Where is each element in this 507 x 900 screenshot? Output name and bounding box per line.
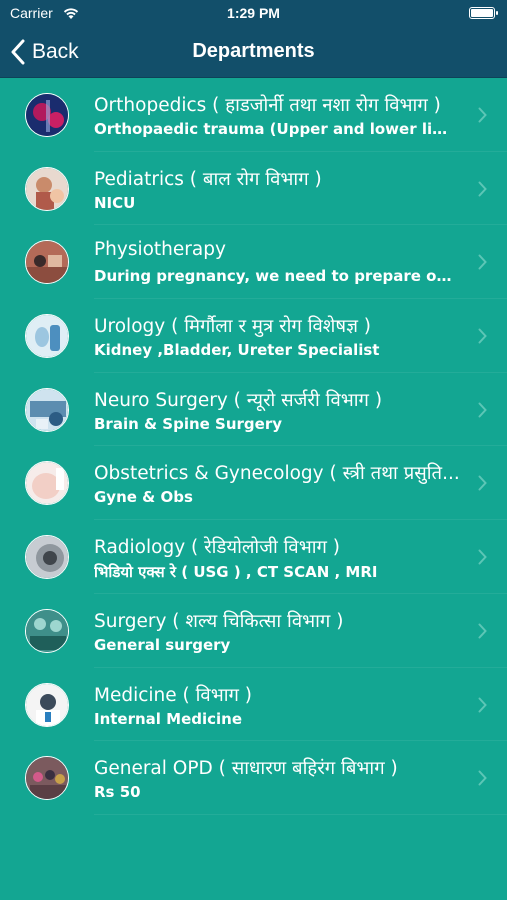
department-subtitle: Rs 50 bbox=[94, 783, 141, 802]
chevron-right-icon bbox=[478, 770, 487, 786]
departments-list: Orthopedics ( हाडजोर्नी तथा नशा रोग विभा… bbox=[0, 78, 507, 815]
department-row-pediatrics[interactable]: Pediatrics ( बाल रोग विभाग ) NICU bbox=[0, 152, 507, 226]
status-bar: Carrier 1:29 PM bbox=[0, 0, 507, 27]
department-title: General OPD ( साधारण बहिरंग बिभाग ) bbox=[94, 758, 398, 780]
department-subtitle: During pregnancy, we need to prepare our… bbox=[94, 267, 459, 286]
department-subtitle: NICU bbox=[94, 193, 136, 212]
medicine-thumbnail bbox=[25, 682, 69, 727]
chevron-right-icon bbox=[478, 402, 487, 418]
department-title: Radiology ( रेडियोलोजी विभाग ) bbox=[94, 537, 341, 559]
status-time: 1:29 PM bbox=[227, 5, 280, 21]
department-subtitle: Brain & Spine Surgery bbox=[94, 414, 283, 433]
department-subtitle: Orthopaedic trauma (Upper and lower limb… bbox=[94, 120, 459, 138]
department-row-general-opd[interactable]: General OPD ( साधारण बहिरंग बिभाग ) Rs 5… bbox=[0, 741, 507, 815]
urology-thumbnail bbox=[25, 314, 69, 359]
orthopedics-thumbnail bbox=[25, 93, 69, 137]
department-row-radiology[interactable]: Radiology ( रेडियोलोजी विभाग ) भिडियो एक… bbox=[0, 520, 507, 594]
pediatrics-thumbnail bbox=[25, 166, 69, 211]
department-title: Medicine ( विभाग ) bbox=[94, 684, 253, 706]
department-row-medicine[interactable]: Medicine ( विभाग ) Internal Medicine bbox=[0, 668, 507, 742]
navigation-bar: Back Departments bbox=[0, 27, 507, 78]
department-title: Obstetrics & Gynecology ( स्त्री तथा प्र… bbox=[94, 463, 460, 485]
chevron-right-icon bbox=[478, 254, 487, 270]
department-title: Surgery ( शल्य चिकित्सा विभाग ) bbox=[94, 610, 344, 632]
radiology-thumbnail bbox=[25, 535, 69, 580]
department-title: Urology ( मिर्गौला र मुत्र रोग विशेषज्ञ … bbox=[94, 316, 372, 338]
chevron-right-icon bbox=[478, 549, 487, 565]
physiotherapy-thumbnail bbox=[25, 240, 69, 285]
battery-icon bbox=[469, 7, 498, 19]
chevron-right-icon bbox=[478, 181, 487, 197]
chevron-right-icon bbox=[478, 623, 487, 639]
chevron-right-icon bbox=[478, 328, 487, 344]
department-subtitle: Gyne & Obs bbox=[94, 488, 193, 507]
department-subtitle: Kidney ,Bladder, Ureter Specialist bbox=[94, 341, 380, 360]
department-subtitle: Internal Medicine bbox=[94, 709, 243, 728]
obstetrics-thumbnail bbox=[25, 461, 69, 506]
department-title: Orthopedics ( हाडजोर्नी तथा नशा रोग विभा… bbox=[94, 95, 441, 116]
department-title: Neuro Surgery ( न्यूरो सर्जरी विभाग ) bbox=[94, 389, 383, 411]
department-title: Physiotherapy bbox=[94, 239, 226, 261]
surgery-thumbnail bbox=[25, 608, 69, 653]
department-row-physiotherapy[interactable]: Physiotherapy During pregnancy, we need … bbox=[0, 225, 507, 299]
department-row-urology[interactable]: Urology ( मिर्गौला र मुत्र रोग विशेषज्ञ … bbox=[0, 299, 507, 373]
department-row-obstetrics-gynecology[interactable]: Obstetrics & Gynecology ( स्त्री तथा प्र… bbox=[0, 446, 507, 520]
department-row-surgery[interactable]: Surgery ( शल्य चिकित्सा विभाग ) General … bbox=[0, 594, 507, 668]
page-title: Departments bbox=[192, 40, 315, 62]
chevron-right-icon bbox=[478, 697, 487, 712]
chevron-right-icon bbox=[478, 475, 487, 491]
department-title: Pediatrics ( बाल रोग विभाग ) bbox=[94, 168, 322, 190]
department-row-neuro-surgery[interactable]: Neuro Surgery ( न्यूरो सर्जरी विभाग ) Br… bbox=[0, 373, 507, 447]
department-subtitle: General surgery bbox=[94, 635, 231, 654]
department-row-orthopedics[interactable]: Orthopedics ( हाडजोर्नी तथा नशा रोग विभा… bbox=[0, 78, 507, 152]
neuro-surgery-thumbnail bbox=[25, 387, 69, 432]
department-subtitle: भिडियो एक्स रे ( USG ) , CT SCAN , MRI bbox=[94, 563, 378, 582]
general-opd-thumbnail bbox=[25, 756, 69, 801]
chevron-right-icon bbox=[478, 107, 487, 123]
